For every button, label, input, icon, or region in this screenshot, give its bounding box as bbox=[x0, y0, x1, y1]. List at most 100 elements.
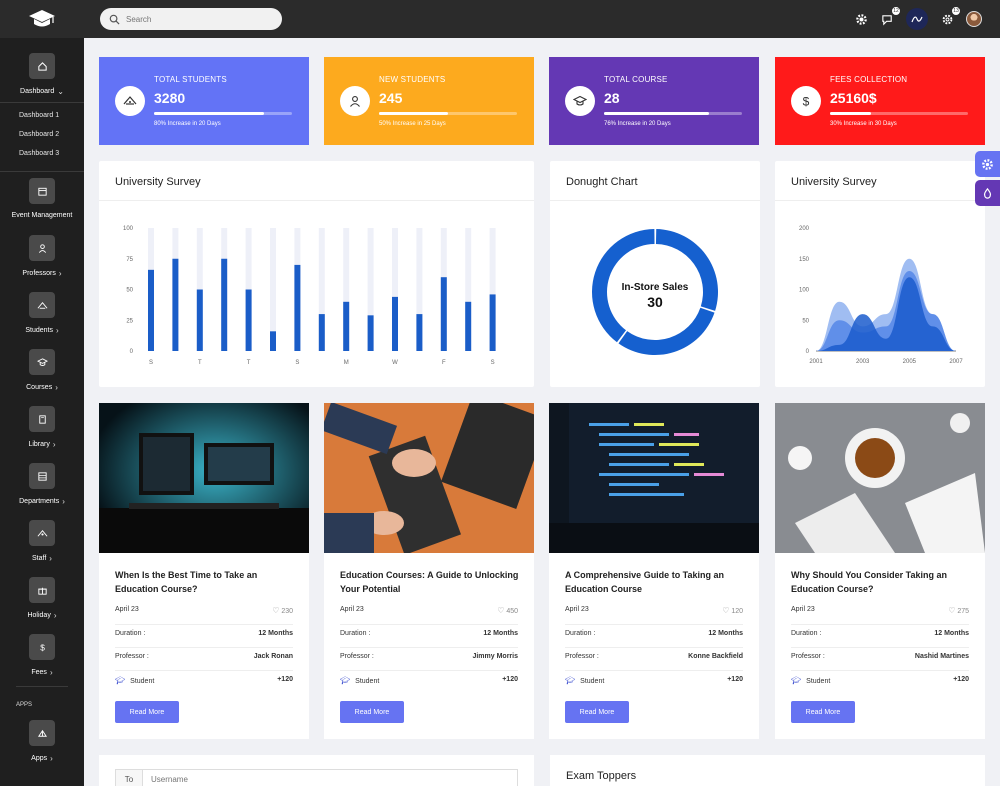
read-more-button[interactable]: Read More bbox=[791, 701, 855, 723]
bar[interactable] bbox=[196, 289, 203, 352]
settings-gear-button[interactable] bbox=[854, 12, 868, 26]
graduation-cap-icon bbox=[565, 86, 595, 116]
activity-button[interactable] bbox=[906, 8, 928, 30]
read-more-button[interactable]: Read More bbox=[340, 701, 404, 723]
exam-toppers-card: Exam Toppers bbox=[550, 755, 985, 786]
course-title[interactable]: Why Should You Consider Taking an Educat… bbox=[791, 568, 971, 596]
sidebar-subitem-dashboard-3[interactable]: Dashboard 3 bbox=[19, 150, 59, 157]
sidebar-item-label: Holiday › bbox=[0, 611, 84, 620]
sidebar-item-label: Fees › bbox=[0, 668, 84, 677]
course-image[interactable] bbox=[99, 403, 309, 553]
bar[interactable] bbox=[172, 258, 179, 351]
bar[interactable] bbox=[245, 289, 252, 352]
sidebar-item-professors[interactable]: Professors › bbox=[0, 235, 84, 278]
course-title[interactable]: When Is the Best Time to Take an Educati… bbox=[115, 568, 295, 596]
stat-card-fees-collection: $ FEES COLLECTION 25160$ 30% Increase in 30… bbox=[775, 57, 985, 145]
x-tick-label: S bbox=[491, 360, 495, 366]
course-professor-row: Professor : Konne Backfield bbox=[565, 653, 743, 665]
user-icon bbox=[340, 86, 370, 116]
course-professor-row: Professor : Jack Ronan bbox=[115, 653, 293, 665]
bar[interactable] bbox=[318, 314, 325, 351]
dollar-icon: $ bbox=[791, 86, 821, 116]
heart-icon: ♡ bbox=[722, 606, 730, 615]
row-divider bbox=[115, 670, 293, 671]
donut-slice[interactable] bbox=[618, 307, 715, 355]
sidebar-item-staff[interactable]: Staff › bbox=[0, 520, 84, 563]
notifications-settings-button[interactable]: 13 bbox=[940, 6, 961, 26]
y-tick-label: 200 bbox=[799, 226, 810, 232]
dollar-icon: $ bbox=[29, 634, 55, 660]
sidebar-item-apps[interactable]: Apps › bbox=[0, 720, 84, 763]
bar[interactable] bbox=[343, 301, 350, 351]
bar[interactable] bbox=[148, 269, 154, 351]
color-picker-button[interactable] bbox=[975, 180, 1000, 206]
row-divider bbox=[565, 670, 743, 671]
course-image[interactable] bbox=[775, 403, 985, 553]
read-more-button[interactable]: Read More bbox=[565, 701, 629, 723]
sidebar-item-event-management[interactable]: Event Management bbox=[0, 178, 84, 219]
bar[interactable] bbox=[221, 258, 228, 351]
y-tick-label: 100 bbox=[123, 226, 134, 232]
sidebar-item-dashboard[interactable]: Dashboard ⌄ bbox=[0, 53, 84, 96]
row-divider bbox=[791, 624, 969, 625]
sidebar-subitem-dashboard-2[interactable]: Dashboard 2 bbox=[19, 131, 59, 138]
course-image[interactable] bbox=[324, 403, 534, 553]
row-divider bbox=[340, 624, 518, 625]
duration-value: 12 Months bbox=[708, 630, 743, 637]
to-label: To bbox=[115, 769, 143, 786]
course-date-row: April 23 ♡ 120 bbox=[565, 606, 743, 618]
bar[interactable] bbox=[465, 301, 472, 351]
app-logo[interactable] bbox=[0, 0, 84, 38]
sidebar-item-holiday[interactable]: Holiday › bbox=[0, 577, 84, 620]
sidebar-item-departments[interactable]: Departments › bbox=[0, 463, 84, 506]
search-box[interactable] bbox=[100, 8, 282, 30]
likes-counter[interactable]: ♡ 275 bbox=[948, 606, 969, 615]
bar[interactable] bbox=[392, 296, 398, 351]
sidebar-item-label: Courses › bbox=[0, 383, 84, 392]
student-label: Student bbox=[130, 678, 155, 685]
sidebar-item-students[interactable]: Students › bbox=[0, 292, 84, 335]
course-title[interactable]: A Comprehensive Guide to Taking an Educa… bbox=[565, 568, 745, 596]
home-icon bbox=[29, 53, 55, 79]
chevron-down-icon: ⌄ bbox=[57, 87, 64, 96]
read-more-button[interactable]: Read More bbox=[115, 701, 179, 723]
donut-center-value: 30 bbox=[647, 294, 663, 310]
sidebar-item-text: Event Management bbox=[11, 212, 73, 219]
bar[interactable] bbox=[416, 314, 423, 351]
staff-icon bbox=[29, 520, 55, 546]
gift-icon bbox=[29, 577, 55, 603]
bar[interactable] bbox=[440, 277, 447, 351]
sidebar-subitem-dashboard-1[interactable]: Dashboard 1 bbox=[19, 112, 59, 119]
stat-progress-bar bbox=[154, 112, 292, 115]
donut-chart: In-Store Sales30 bbox=[592, 229, 718, 355]
sidebar-item-label: Departments › bbox=[0, 497, 84, 506]
user-avatar[interactable] bbox=[966, 11, 982, 27]
bar[interactable] bbox=[489, 294, 496, 351]
y-tick-label: 25 bbox=[126, 318, 133, 324]
sidebar-divider bbox=[0, 102, 84, 103]
donut-slice[interactable] bbox=[655, 229, 718, 311]
x-tick-label: S bbox=[295, 360, 299, 366]
course-title[interactable]: Education Courses: A Guide to Unlocking … bbox=[340, 568, 520, 596]
sidebar-item-fees[interactable]: $ Fees › bbox=[0, 634, 84, 677]
chevron-right-icon: › bbox=[53, 611, 57, 620]
duration-value: 12 Months bbox=[934, 630, 969, 637]
course-professor-row: Professor : Jimmy Morris bbox=[340, 653, 518, 665]
course-date: April 23 bbox=[791, 606, 815, 613]
username-input[interactable] bbox=[142, 769, 518, 786]
bar[interactable] bbox=[367, 315, 374, 351]
sidebar-item-library[interactable]: Library › bbox=[0, 406, 84, 449]
bar-chart: 0 25 50 75 100 S T T S M W F S bbox=[123, 226, 496, 366]
messages-button[interactable]: 12 bbox=[880, 6, 901, 26]
sidebar-item-courses[interactable]: Courses › bbox=[0, 349, 84, 392]
likes-counter[interactable]: ♡ 230 bbox=[272, 606, 293, 615]
search-input[interactable] bbox=[126, 14, 266, 24]
theme-settings-button[interactable] bbox=[975, 151, 1000, 177]
likes-counter[interactable]: ♡ 450 bbox=[497, 606, 518, 615]
course-image[interactable] bbox=[549, 403, 759, 553]
likes-counter[interactable]: ♡ 120 bbox=[722, 606, 743, 615]
bar[interactable] bbox=[270, 331, 276, 351]
stat-note: 30% Increase in 30 Days bbox=[830, 121, 897, 127]
bar[interactable] bbox=[294, 264, 301, 351]
stat-card-new-students: NEW STUDENTS 245 50% Increase in 25 Days bbox=[324, 57, 534, 145]
